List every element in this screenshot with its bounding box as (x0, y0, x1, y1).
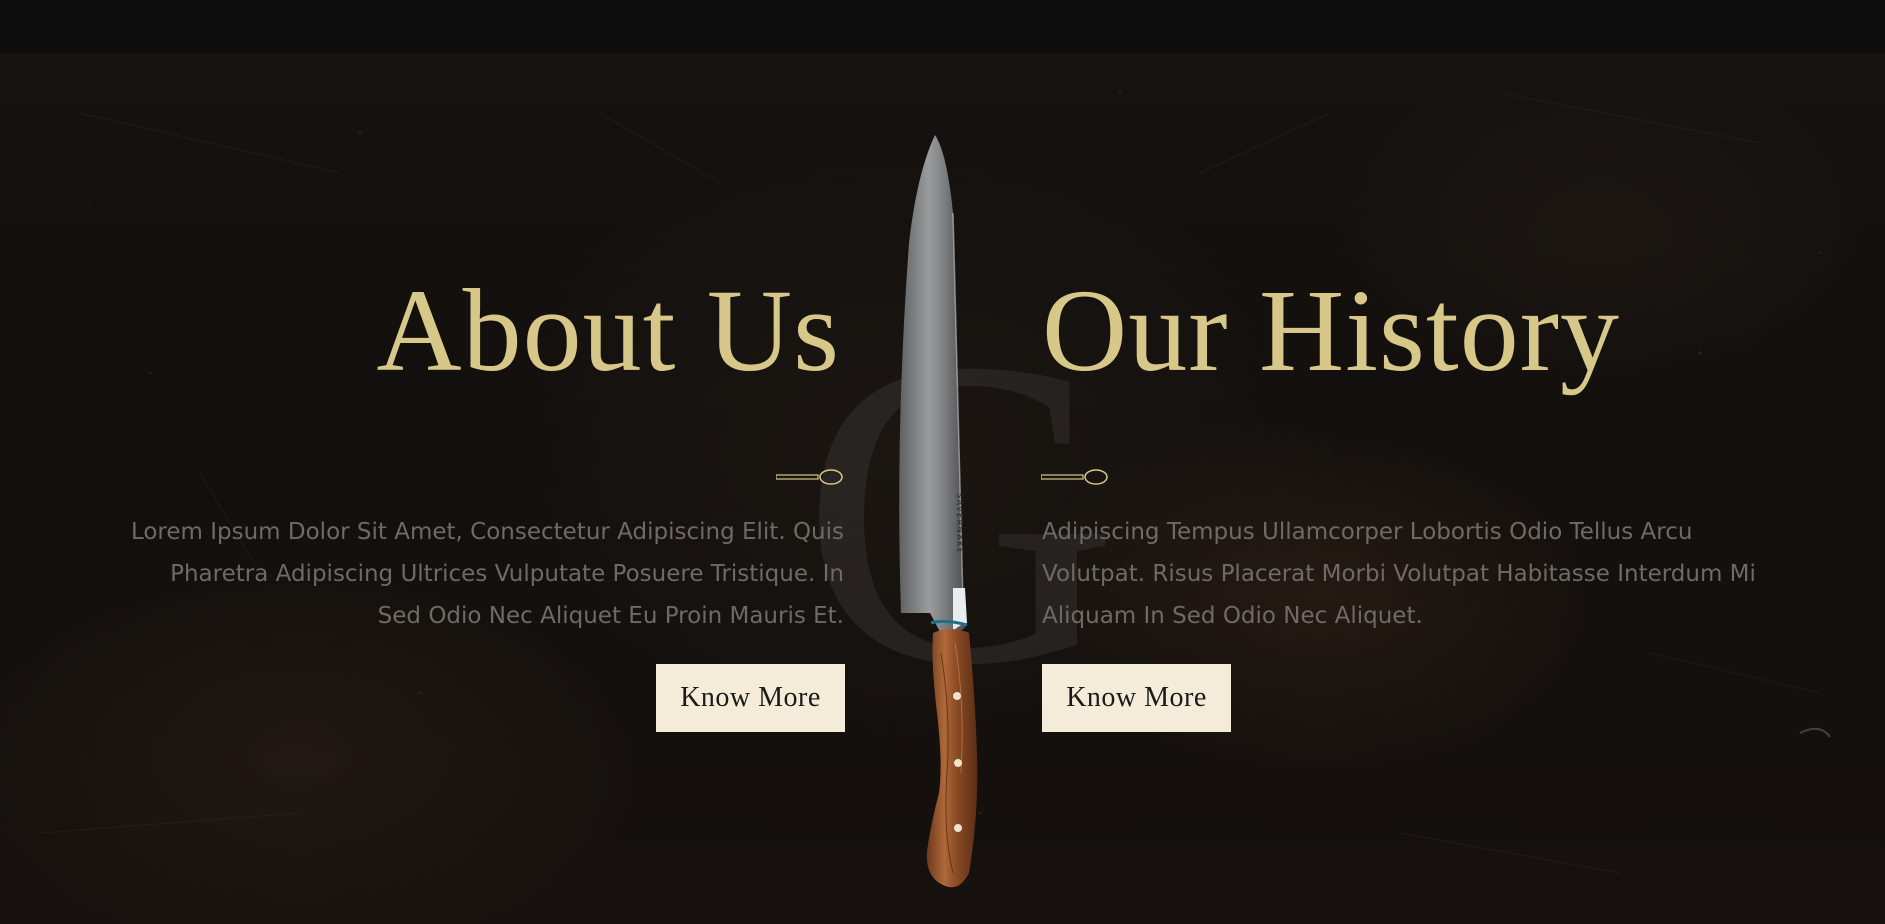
about-us-description: Lorem Ipsum Dolor Sit Amet, Consectetur … (130, 519, 844, 629)
spoon-divider-icon (1041, 469, 1108, 485)
spoon-divider-icon (776, 469, 843, 485)
page: G About Us Our History Lorem Ipsum Dolor… (0, 0, 1885, 924)
history-know-more-button[interactable]: Know More (1042, 664, 1231, 732)
scratch-mark (1799, 727, 1831, 738)
our-history-title: Our History (1042, 265, 1621, 396)
about-us-title: About Us (376, 265, 840, 396)
about-know-more-button[interactable]: Know More (656, 664, 845, 732)
our-history-description: Adipiscing Tempus Ullamcorper Lobortis O… (1042, 519, 1756, 629)
top-bar (0, 0, 1885, 53)
knife-brand-label: SAVERNAKE (955, 493, 964, 555)
chef-knife-image: SAVERNAKE (899, 135, 978, 888)
